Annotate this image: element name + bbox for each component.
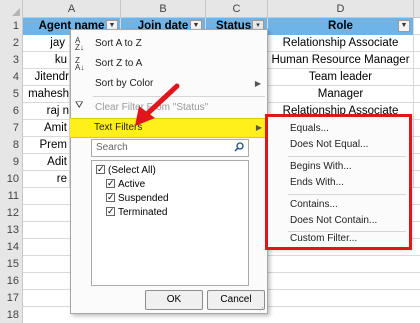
- column-header-row: A B C D: [0, 0, 420, 18]
- dropdown-arrow-icon: ▼: [400, 22, 408, 29]
- role-cell[interactable]: Manager: [268, 86, 414, 103]
- submenu-arrow-icon: ▶: [254, 79, 261, 88]
- sort-az-icon: A Z↓: [75, 36, 84, 52]
- autofilter-dropdown: A Z↓ Sort A to Z Z A↓ Sort Z to A Sort by …: [70, 29, 268, 314]
- clear-filter-icon: ⛛: [75, 100, 84, 111]
- row-number[interactable]: 17: [0, 290, 23, 307]
- ok-button[interactable]: OK: [145, 290, 203, 310]
- search-icon: [234, 142, 244, 152]
- agent-name-cell[interactable]: Jitendr: [23, 69, 70, 86]
- header-role: Role: [328, 20, 353, 32]
- list-item-suspended[interactable]: Suspended: [106, 190, 169, 206]
- row-number[interactable]: 3: [0, 52, 23, 69]
- row-number[interactable]: 2: [0, 35, 23, 52]
- red-arrow-annotation: [135, 83, 180, 126]
- row-number[interactable]: 5: [0, 86, 23, 103]
- row-number[interactable]: 11: [0, 188, 23, 205]
- menu-item-sort-a-z[interactable]: A Z↓ Sort A to Z: [71, 34, 267, 54]
- row-number[interactable]: 12: [0, 205, 23, 222]
- row-number[interactable]: 7: [0, 120, 23, 137]
- dropdown-active-icon: ▾: [256, 22, 260, 29]
- role-cell[interactable]: Human Resource Manager: [268, 52, 414, 69]
- column-header-a[interactable]: A: [23, 0, 121, 18]
- dropdown-arrow-icon: ▼: [108, 22, 116, 29]
- checkbox-checked[interactable]: [106, 190, 115, 204]
- agent-name-cell[interactable]: jay: [23, 35, 70, 52]
- row-number[interactable]: 8: [0, 137, 23, 154]
- checkbox-checked[interactable]: [106, 176, 115, 190]
- agent-name-cell[interactable]: mahesh: [23, 86, 70, 103]
- agent-name-cell[interactable]: Prem: [23, 137, 70, 154]
- search-placeholder: Search: [96, 142, 128, 153]
- option-label: (Select All): [108, 165, 156, 176]
- option-label: Suspended: [118, 193, 169, 204]
- row-number[interactable]: 14: [0, 239, 23, 256]
- row-number[interactable]: 10: [0, 171, 23, 188]
- row-number[interactable]: 13: [0, 222, 23, 239]
- menu-label: Sort Z to A: [95, 58, 143, 69]
- dropdown-arrow-icon: ▼: [192, 22, 200, 29]
- checkbox-checked[interactable]: [96, 162, 105, 176]
- column-header-d[interactable]: D: [268, 0, 414, 18]
- checkbox-checked[interactable]: [106, 204, 115, 218]
- row-number[interactable]: 9: [0, 154, 23, 171]
- agent-name-cell[interactable]: raj n: [23, 103, 70, 120]
- filter-dropdown-button-role[interactable]: ▼: [398, 20, 410, 32]
- header-cell-role: Role: [268, 18, 414, 35]
- row-number[interactable]: 4: [0, 69, 23, 86]
- role-cell[interactable]: Team leader: [268, 69, 414, 86]
- agent-name-cell[interactable]: re: [23, 171, 70, 188]
- select-all-corner[interactable]: [0, 0, 23, 18]
- annotation-highlight-box: [265, 114, 412, 250]
- row-number[interactable]: 18: [0, 307, 23, 323]
- row-number[interactable]: 6: [0, 103, 23, 120]
- cancel-button[interactable]: Cancel: [207, 290, 265, 310]
- search-input[interactable]: Search: [91, 139, 249, 157]
- list-item-terminated[interactable]: Terminated: [106, 204, 168, 220]
- column-header-c[interactable]: C: [206, 0, 268, 18]
- row-number[interactable]: 16: [0, 273, 23, 290]
- role-cell[interactable]: Relationship Associate: [268, 35, 414, 52]
- menu-item-sort-z-a[interactable]: Z A↓ Sort Z to A: [71, 54, 267, 74]
- option-label: Terminated: [118, 207, 168, 218]
- option-label: Active: [118, 179, 146, 190]
- column-header-b[interactable]: B: [121, 0, 206, 18]
- resize-grip-icon[interactable]: ⋰: [259, 305, 266, 312]
- row-number[interactable]: 1: [0, 18, 23, 35]
- agent-name-cell[interactable]: ku: [23, 52, 70, 69]
- submenu-arrow-icon: ▶: [255, 123, 262, 132]
- agent-name-cell[interactable]: Adit: [23, 154, 70, 171]
- filter-values-list: (Select All) Active Suspended Terminated: [91, 160, 249, 286]
- agent-name-cell[interactable]: Amit: [23, 120, 70, 137]
- menu-label: Sort A to Z: [95, 38, 142, 49]
- list-item-select-all[interactable]: (Select All): [96, 162, 156, 178]
- row-number[interactable]: 15: [0, 256, 23, 273]
- sort-za-icon: Z A↓: [75, 56, 85, 72]
